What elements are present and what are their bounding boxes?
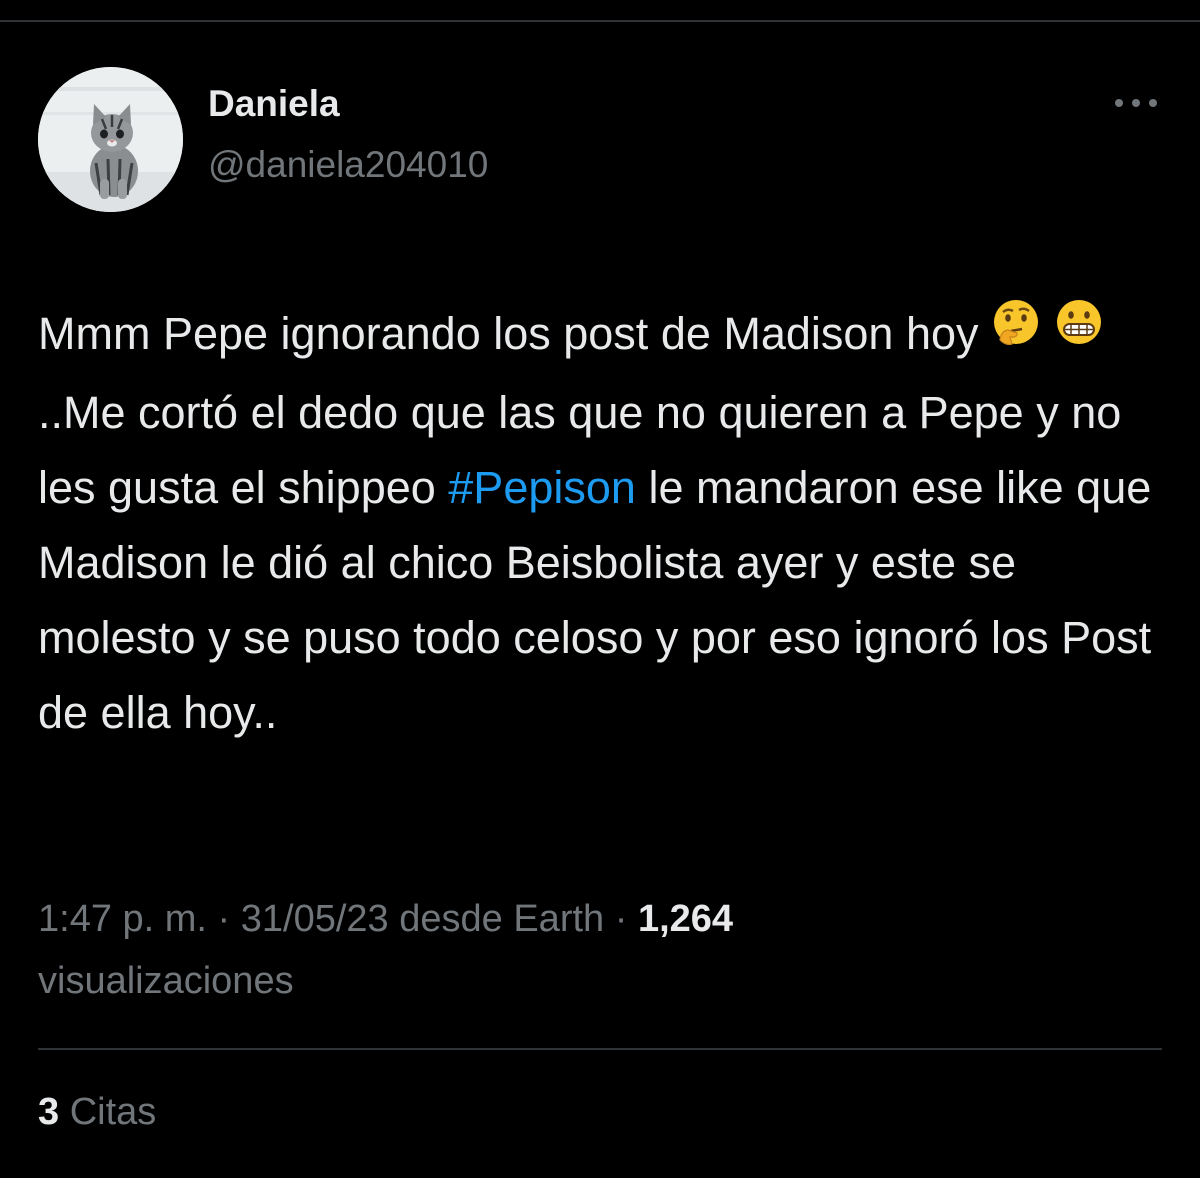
tweet-source: desde Earth [388,898,605,940]
more-horizontal-icon [1115,99,1157,107]
top-divider [0,20,1200,22]
tweet-time[interactable]: 1:47 p. m. [38,898,207,940]
more-options-button[interactable] [1108,88,1164,118]
tweet-text: Mmm Pepe ignorando los post de Madison h… [38,296,1168,750]
section-divider [38,1048,1162,1050]
thinking-face-emoji-icon [991,295,1041,370]
meta-separator: · [206,898,241,940]
author-handle[interactable]: @daniela204010 [208,143,488,187]
quote-label: Citas [69,1091,157,1133]
grimacing-face-emoji-icon [1054,295,1104,370]
hashtag-link[interactable]: #Pepison [448,462,636,513]
quotes-link[interactable]: 3 Citas [38,1086,156,1138]
tweet-date[interactable]: 31/05/23 [241,898,389,940]
kitten-avatar-icon [38,67,183,212]
meta-separator: · [604,898,638,940]
tweet-text-part: Mmm Pepe ignorando los post de Madison h… [38,308,992,359]
quote-count: 3 [38,1091,60,1133]
author-display-name[interactable]: Daniela [208,82,340,126]
views-label[interactable]: visualizaciones [38,960,294,1002]
views-count[interactable]: 1,264 [638,898,733,940]
avatar[interactable] [38,67,183,212]
tweet-metadata: 1:47 p. m. · 31/05/23 desde Earth · 1,26… [38,888,1158,1012]
